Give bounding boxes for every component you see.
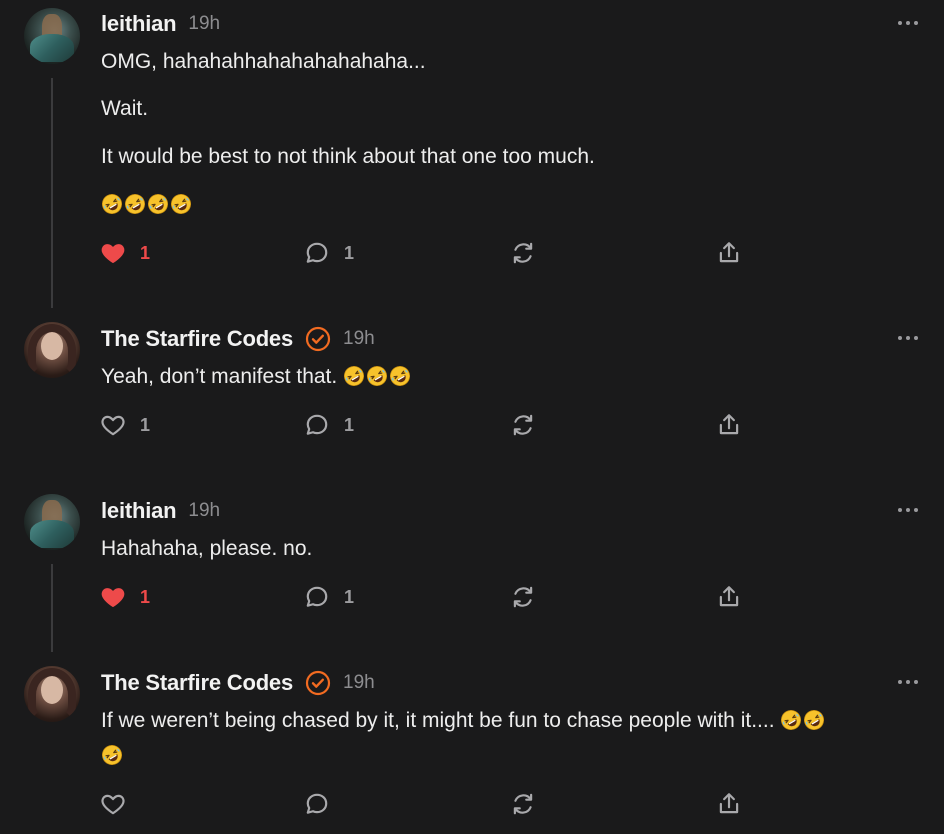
- speech-bubble-icon: [304, 791, 330, 817]
- avatar[interactable]: [24, 8, 80, 64]
- author-name[interactable]: leithian: [101, 11, 177, 37]
- restack-button[interactable]: [510, 410, 536, 440]
- comment-text: It would be best to not think about that…: [101, 145, 595, 168]
- reply-button[interactable]: 1: [304, 238, 354, 268]
- rolling-on-floor-laughing-emoji: [101, 193, 192, 215]
- like-count: 1: [140, 414, 151, 435]
- reply-button[interactable]: [304, 789, 344, 819]
- comment-text: Wait.: [101, 97, 149, 120]
- timestamp[interactable]: 19h: [188, 500, 220, 522]
- like-button[interactable]: [100, 789, 140, 819]
- comment-header: The Starfire Codes 19h: [101, 325, 375, 353]
- action-bar: 1 1: [100, 582, 760, 612]
- rolling-on-floor-laughing-emoji: [343, 365, 411, 387]
- comment-text: Hahahaha, please. no.: [101, 537, 313, 560]
- restack-button[interactable]: [510, 582, 536, 612]
- timestamp[interactable]: 19h: [343, 328, 375, 350]
- verified-check-icon: [305, 326, 331, 352]
- emoji-line: [101, 740, 921, 772]
- speech-bubble-icon: [304, 240, 330, 266]
- share-button[interactable]: [716, 789, 742, 819]
- comment-header: leithian 19h: [101, 10, 220, 38]
- share-upload-icon: [716, 584, 742, 610]
- thread-line: [51, 564, 53, 652]
- timestamp[interactable]: 19h: [188, 13, 220, 35]
- share-upload-icon: [716, 240, 742, 266]
- action-bar: 1 1: [100, 238, 760, 268]
- reply-button[interactable]: 1: [304, 582, 354, 612]
- verified-check-icon: [305, 670, 331, 696]
- share-button[interactable]: [716, 410, 742, 440]
- timestamp[interactable]: 19h: [343, 672, 375, 694]
- comment-body: Yeah, don’t manifest that.: [101, 365, 338, 388]
- reply-button[interactable]: 1: [304, 410, 354, 440]
- restack-arrows-icon: [510, 240, 536, 266]
- speech-bubble-icon: [304, 412, 330, 438]
- heart-icon: [100, 412, 126, 438]
- heart-icon: [100, 791, 126, 817]
- thread-line: [51, 78, 53, 308]
- reply-count: 1: [344, 586, 355, 607]
- share-upload-icon: [716, 791, 742, 817]
- restack-arrows-icon: [510, 412, 536, 438]
- action-bar: 1 1: [100, 410, 760, 440]
- author-name[interactable]: The Starfire Codes: [101, 670, 293, 696]
- heart-icon: [100, 584, 126, 610]
- restack-arrows-icon: [510, 791, 536, 817]
- avatar[interactable]: [24, 322, 80, 378]
- more-options-icon[interactable]: [898, 505, 918, 515]
- comment-header: leithian 19h: [101, 497, 220, 525]
- restack-arrows-icon: [510, 584, 536, 610]
- reply-count: 1: [344, 414, 355, 435]
- like-button[interactable]: 1: [100, 582, 150, 612]
- more-options-icon[interactable]: [898, 333, 918, 343]
- like-button[interactable]: 1: [100, 238, 150, 268]
- rolling-on-floor-laughing-emoji: [101, 744, 123, 766]
- avatar[interactable]: [24, 666, 80, 722]
- comment-text: OMG, hahahahhahahahahahaha...: [101, 50, 426, 73]
- rolling-on-floor-laughing-emoji: [780, 709, 825, 731]
- comment-text: If we weren’t being chased by it, it mig…: [101, 705, 921, 737]
- like-count: 1: [140, 242, 151, 263]
- share-button[interactable]: [716, 582, 742, 612]
- action-bar: [100, 789, 760, 819]
- author-name[interactable]: The Starfire Codes: [101, 326, 293, 352]
- heart-icon: [100, 240, 126, 266]
- reply-count: 1: [344, 242, 355, 263]
- author-name[interactable]: leithian: [101, 498, 177, 524]
- avatar[interactable]: [24, 494, 80, 550]
- share-upload-icon: [716, 412, 742, 438]
- more-options-icon[interactable]: [898, 18, 918, 28]
- emoji-line: [101, 189, 921, 221]
- restack-button[interactable]: [510, 789, 536, 819]
- comment-body: If we weren’t being chased by it, it mig…: [101, 709, 775, 732]
- comment-text: Yeah, don’t manifest that.: [101, 361, 921, 393]
- comment-header: The Starfire Codes 19h: [101, 669, 375, 697]
- share-button[interactable]: [716, 238, 742, 268]
- speech-bubble-icon: [304, 584, 330, 610]
- like-button[interactable]: 1: [100, 410, 150, 440]
- more-options-icon[interactable]: [898, 677, 918, 687]
- restack-button[interactable]: [510, 238, 536, 268]
- like-count: 1: [140, 586, 151, 607]
